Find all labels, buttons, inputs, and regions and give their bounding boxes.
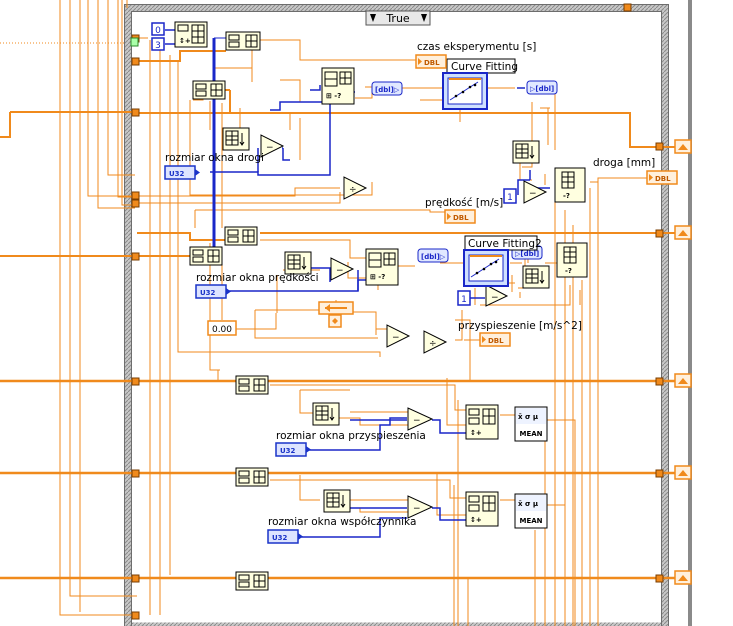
subtract-node-4[interactable]: − [485,284,509,307]
svg-text:⊞ -?: ⊞ -? [326,92,341,100]
subtract-node-5[interactable]: − [386,324,411,348]
svg-text:−: − [529,189,537,199]
svg-text:-?: -? [565,267,572,275]
subarray-node-3[interactable] [512,140,540,164]
constant-one-top[interactable]: 1 [503,188,517,204]
svg-text:Curve Fitting: Curve Fitting [451,61,518,73]
svg-text:Curve Fitting2: Curve Fitting2 [468,238,542,250]
subtract-node-6[interactable]: − [407,407,434,431]
from-dynamic-node-1[interactable]: ▷[dbl] [526,80,558,95]
svg-text:DBL: DBL [453,214,469,222]
index-constant-3[interactable]: 3 [151,37,165,51]
build-array-node-3[interactable]: -? [554,167,586,203]
svg-text:↕+: ↕+ [470,429,482,437]
svg-text:DBL: DBL [488,337,504,345]
svg-text:U32: U32 [200,289,216,297]
case-selector[interactable]: True [365,10,431,26]
array-subset-node-1[interactable] [225,31,261,51]
svg-text:3: 3 [155,41,161,51]
svg-text:MEAN: MEAN [519,430,542,438]
subtract-node-7[interactable]: − [407,495,434,519]
svg-text:1: 1 [461,295,467,305]
svg-text:przyspieszenie [m/s^2]: przyspieszenie [m/s^2] [458,320,582,332]
svg-text:prędkość [m/s]: prędkość [m/s] [425,197,503,209]
svg-text:÷: ÷ [349,185,357,195]
control-rozmiar-okna-przyspieszenia[interactable]: rozmiar okna przyspieszenia U32 [275,430,426,457]
mean-vi-2[interactable]: x̄ σ μ MEAN [514,493,548,529]
build-array-node-5[interactable]: ↕+ [465,404,499,440]
svg-text:droga [mm]: droga [mm] [593,157,655,169]
svg-text:↕+: ↕+ [179,37,191,45]
svg-text:x̄ σ μ: x̄ σ μ [518,500,538,508]
svg-text:DBL: DBL [655,175,671,183]
indicator-predkosc[interactable]: prędkość [m/s] DBL [425,197,503,224]
subarray-node-2[interactable] [284,251,312,275]
build-array-node-6[interactable]: ↕+ [465,491,499,527]
svg-text:↕+: ↕+ [470,516,482,524]
svg-text:−: − [413,504,421,514]
svg-text:-?: -? [563,192,570,200]
array-subset-node-7[interactable] [235,571,269,591]
subarray-node-5[interactable] [312,402,340,426]
svg-text:DBL: DBL [424,59,440,67]
svg-text:−: − [413,416,421,426]
svg-text:1: 1 [507,193,513,203]
selector-value: True [385,12,410,25]
svg-text:0.00: 0.00 [212,325,232,335]
subarray-node-4[interactable] [522,265,550,289]
constant-zero-float[interactable]: 0.00 [207,320,237,336]
subarray-node-1[interactable] [222,127,250,151]
svg-text:−: − [491,293,499,303]
control-rozmiar-okna-wspolczynnika[interactable]: rozmiar okna współczynnika U32 [267,516,416,544]
svg-text:rozmiar okna prędkości: rozmiar okna prędkości [196,272,319,284]
svg-text:−: − [266,143,274,153]
indicator-przyspieszenie[interactable]: przyspieszenie [m/s^2] DBL [458,320,582,347]
svg-text:▷[dbl]: ▷[dbl] [515,250,539,258]
block-diagram: True 0 3 1 1 0.00 ↕+ ⊞ -? ⊞ -? -? -? ↕+ … [0,0,692,626]
svg-text:÷: ÷ [429,339,437,349]
array-subset-node-2[interactable] [192,80,226,100]
array-subset-node-5[interactable] [235,375,269,395]
svg-text:[dbl]▷: [dbl]▷ [375,86,400,94]
svg-text:czas eksperymentu [s]: czas eksperymentu [s] [417,41,536,53]
array-subset-node-4[interactable] [189,246,223,266]
svg-text:−: − [336,266,344,276]
divide-node-1[interactable]: ÷ [343,176,368,200]
index-array-node[interactable]: ↕+ [174,21,208,48]
svg-text:MEAN: MEAN [519,517,542,525]
to-dynamic-node-2[interactable]: [dbl]▷ [417,248,449,263]
subarray-node-6[interactable] [323,489,351,513]
build-array-node-2[interactable]: ⊞ -? [365,248,399,286]
build-array-node-1[interactable]: ⊞ -? [321,67,355,105]
index-constant-0[interactable]: 0 [151,22,165,36]
svg-text:⊞ -?: ⊞ -? [370,273,385,281]
subtract-node-3[interactable]: − [523,180,548,204]
iteration-tunnel [130,37,139,47]
svg-text:x̄ σ μ: x̄ σ μ [518,413,538,421]
subtract-node-2[interactable]: − [330,257,355,281]
svg-text:U32: U32 [272,534,288,542]
svg-text:rozmiar okna przyspieszenia: rozmiar okna przyspieszenia [276,430,426,442]
svg-text:▷[dbl]: ▷[dbl] [530,85,554,93]
structure-border-right [688,0,692,626]
control-rozmiar-okna-predkosci[interactable]: rozmiar okna prędkości U32 [195,272,319,299]
svg-text:[dbl]▷: [dbl]▷ [421,253,446,261]
mean-vi-1[interactable]: x̄ σ μ MEAN [514,406,548,442]
divide-node-2[interactable]: ÷ [423,330,448,354]
subtract-node-1[interactable]: − [260,134,285,158]
array-subset-node-3[interactable] [224,226,258,246]
svg-text:rozmiar okna współczynnika: rozmiar okna współczynnika [268,516,416,528]
svg-text:U32: U32 [169,170,185,178]
to-dynamic-node-1[interactable]: [dbl]▷ [371,81,403,96]
svg-text:rozmiar okna drogi: rozmiar okna drogi [165,152,264,164]
feedback-node[interactable] [318,301,354,328]
svg-text:U32: U32 [280,447,296,455]
constant-one-bottom[interactable]: 1 [457,290,471,306]
array-subset-node-6[interactable] [235,467,269,487]
svg-text:−: − [392,333,400,343]
svg-text:0: 0 [155,26,161,36]
build-array-node-4[interactable]: -? [556,242,588,278]
curve-fitting-vi-1[interactable]: Curve Fitting [442,58,518,110]
